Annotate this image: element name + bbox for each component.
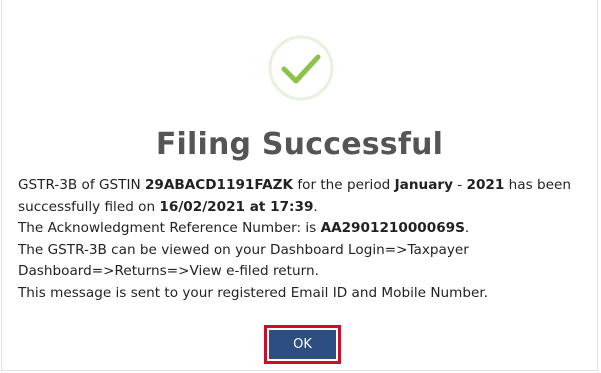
check-circle-icon	[268, 35, 334, 101]
filed-on-value: 16/02/2021 at 17:39	[159, 198, 314, 215]
acknowledgment-text: The Acknowledgment Reference Number: is …	[18, 220, 470, 237]
success-message: GSTR-3B of GSTIN 29ABACD1191FAZK for the…	[18, 175, 588, 305]
gstin-value: 29ABACD1191FAZK	[144, 177, 294, 193]
period-year: 2021	[466, 177, 505, 193]
view-instructions-text: The GSTR-3B can be viewed on your Dashbo…	[18, 241, 469, 280]
period-month: January	[394, 177, 453, 193]
ok-button[interactable]: OK	[269, 330, 336, 359]
notification-text: This message is sent to your registered …	[18, 284, 489, 301]
filing-details-text: GSTR-3B of GSTIN 29ABACD1191FAZK for the…	[18, 177, 571, 215]
dialog-title: Filing Successful	[155, 127, 444, 162]
filing-success-dialog: Filing Successful GSTR-3B of GSTIN 29ABA…	[1, 0, 598, 371]
ack-number-value: AA290121000069S	[320, 220, 465, 237]
ok-button-highlight: OK	[264, 325, 341, 364]
